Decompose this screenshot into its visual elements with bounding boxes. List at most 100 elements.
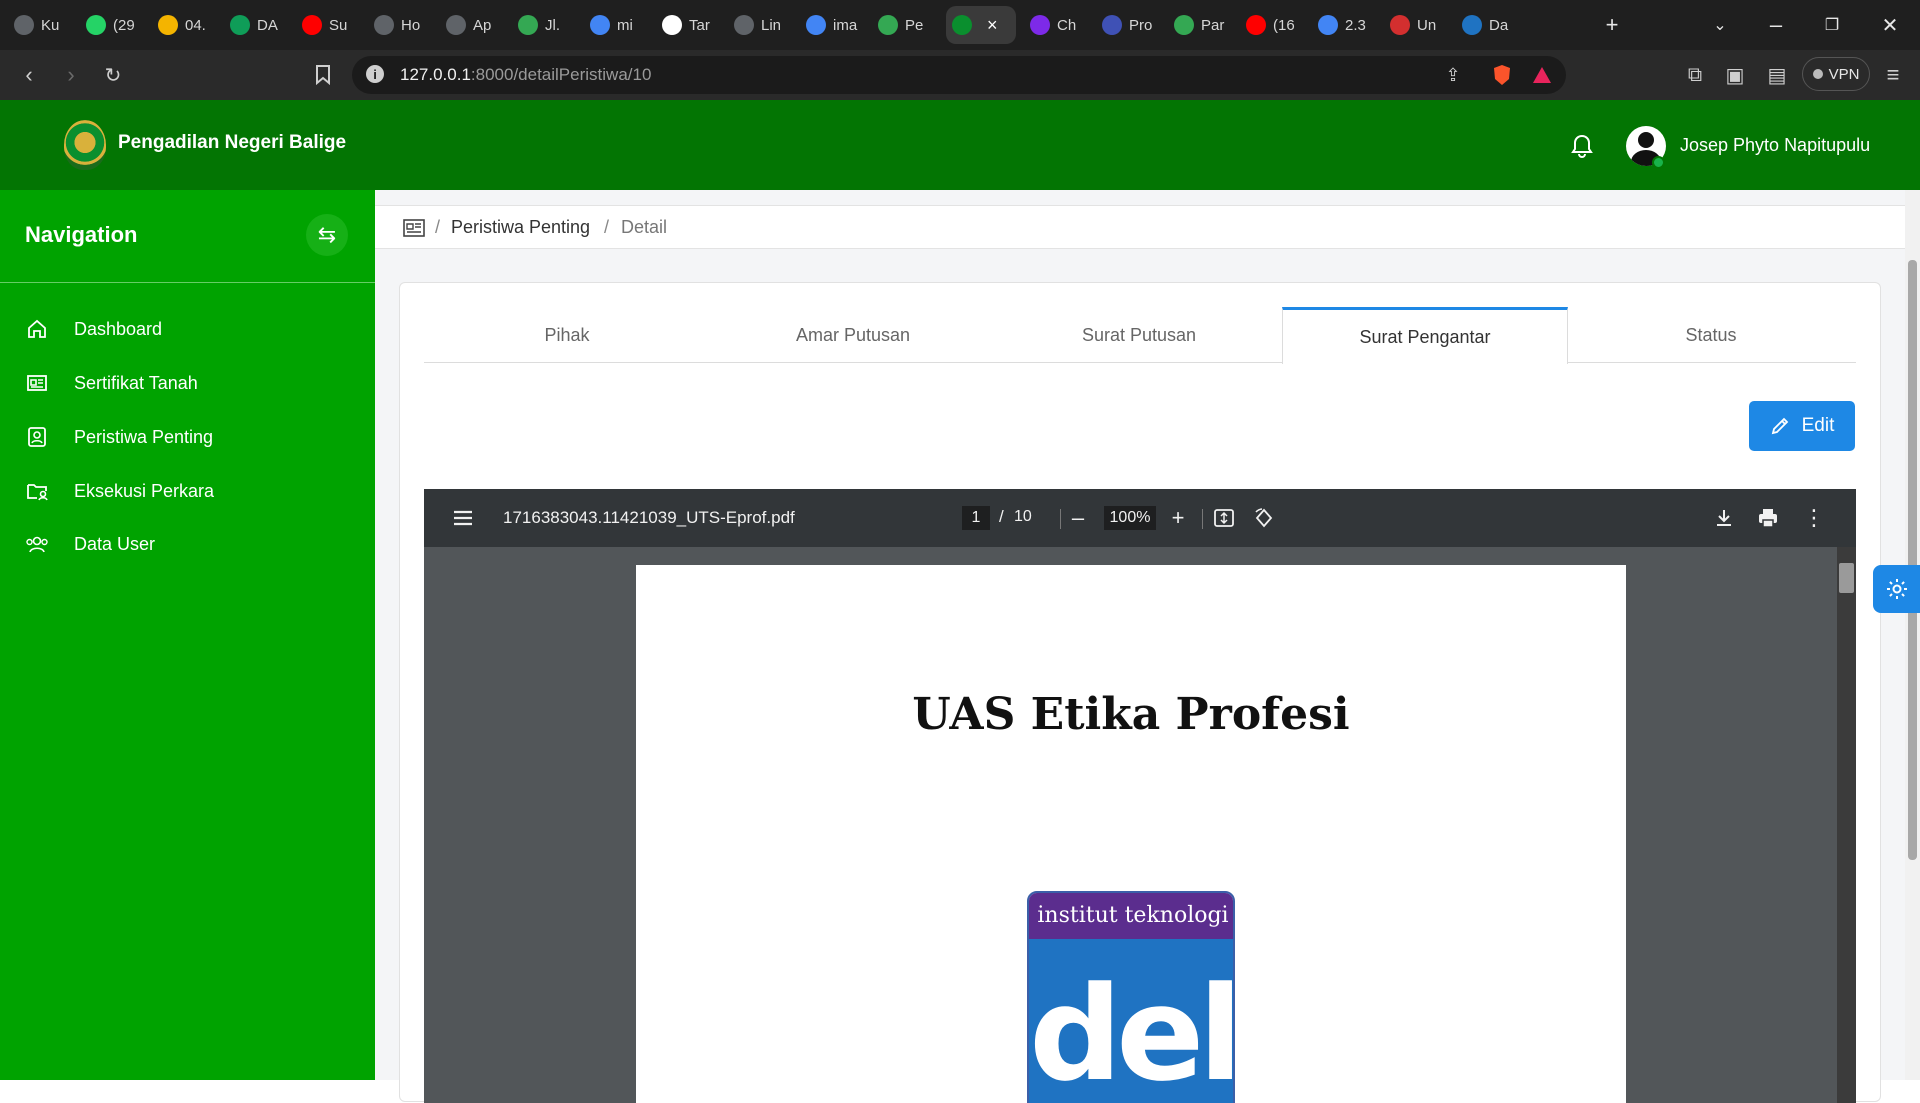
app-header: Pengadilan Negeri Balige Josep Phyto Nap…: [0, 100, 1920, 190]
zoom-out-button[interactable]: –: [1064, 504, 1092, 532]
pdf-page: UAS Etika Profesi institut teknologi del: [636, 565, 1626, 1103]
back-button[interactable]: ‹: [12, 58, 46, 92]
sidebar-item-peristiwa-penting[interactable]: Peristiwa Penting: [0, 415, 375, 459]
canva-icon: [1030, 15, 1050, 35]
sidebar-toggle-icon[interactable]: ▣: [1718, 58, 1752, 92]
browser-tab-label: Lin: [761, 16, 782, 34]
tab-surat-pengantar[interactable]: Surat Pengantar: [1282, 307, 1568, 364]
edit-button[interactable]: Edit: [1749, 401, 1855, 451]
breadcrumb-parent-link[interactable]: Peristiwa Penting: [451, 217, 590, 238]
close-window-button[interactable]: ✕: [1872, 8, 1908, 42]
browser-tab[interactable]: (29: [80, 6, 146, 44]
notification-bell-icon[interactable]: [1566, 130, 1598, 162]
home-icon: [24, 316, 50, 342]
globe-icon: [14, 15, 34, 35]
browser-tab[interactable]: Jl.: [512, 6, 578, 44]
user-name[interactable]: Josep Phyto Napitupulu: [1680, 135, 1870, 156]
vpn-button[interactable]: VPN: [1802, 57, 1870, 91]
browser-tab-label: Ap: [473, 16, 492, 34]
browser-tab[interactable]: Tar: [656, 6, 722, 44]
rotate-icon[interactable]: [1250, 504, 1278, 532]
tab-amar-putusan[interactable]: Amar Putusan: [710, 307, 996, 363]
sidebar-item-data-user[interactable]: Data User: [0, 522, 375, 566]
browser-tab[interactable]: mi: [584, 6, 650, 44]
users-icon: [24, 531, 50, 557]
share-icon[interactable]: ⇪: [1436, 58, 1470, 92]
forward-button[interactable]: ›: [54, 58, 88, 92]
browser-tab[interactable]: Da: [1456, 6, 1522, 44]
browser-tab-label: 2.3: [1345, 16, 1366, 34]
browser-tab[interactable]: Pro: [1096, 6, 1162, 44]
menu-icon[interactable]: ≡: [1876, 58, 1910, 92]
new-tab-button[interactable]: +: [1594, 8, 1630, 42]
browser-tab[interactable]: Lin: [728, 6, 794, 44]
youtube-icon: [302, 15, 322, 35]
page-scrollbar-thumb[interactable]: [1908, 260, 1917, 860]
print-icon[interactable]: [1754, 504, 1782, 532]
browser-tab[interactable]: Pe: [872, 6, 938, 44]
reload-button[interactable]: ↻: [96, 58, 130, 92]
extensions-icon[interactable]: ⧉: [1678, 58, 1712, 92]
download-icon[interactable]: [1710, 504, 1738, 532]
brave-shield-icon[interactable]: [1485, 58, 1519, 92]
pdf-scrollbar-thumb[interactable]: [1839, 563, 1854, 593]
browser-tab[interactable]: Par: [1168, 6, 1234, 44]
fit-page-icon[interactable]: [1210, 504, 1238, 532]
gear-icon: [1886, 579, 1907, 599]
close-tab-icon[interactable]: ×: [987, 15, 998, 36]
pdf-viewer[interactable]: 1716383043.11421039_UTS-Eprof.pdf 1 / 10…: [424, 489, 1856, 1103]
browser-tab[interactable]: Su: [296, 6, 362, 44]
breadcrumb-separator: /: [604, 217, 610, 237]
wallet-icon[interactable]: ▤: [1760, 58, 1794, 92]
sidebar-item-dashboard[interactable]: Dashboard: [0, 307, 375, 351]
newspaper-icon: [24, 370, 50, 396]
tab-surat-putusan[interactable]: Surat Putusan: [996, 307, 1282, 363]
browser-toolbar: ‹ › ↻ i 127.0.0.1:8000/detailPeristiwa/1…: [0, 50, 1920, 100]
pdf-page-input[interactable]: 1: [962, 506, 990, 530]
browser-tab[interactable]: 04.: [152, 6, 218, 44]
url-host: 127.0.0.1: [400, 65, 471, 84]
more-options-icon[interactable]: ⋮: [1800, 504, 1828, 532]
court-logo-icon: [952, 15, 972, 35]
progress-icon: [1102, 15, 1122, 35]
restore-button[interactable]: ❐: [1814, 8, 1850, 42]
sidebar-item-sertifikat-tanah[interactable]: Sertifikat Tanah: [0, 361, 375, 405]
sidebar-item-eksekusi-perkara[interactable]: Eksekusi Perkara: [0, 469, 375, 513]
browser-tab[interactable]: 2.3: [1312, 6, 1378, 44]
sidebar-collapse-button[interactable]: ⇆: [306, 214, 348, 256]
tab-pihak[interactable]: Pihak: [424, 307, 710, 363]
browser-tab-label: (16: [1273, 16, 1295, 34]
browser-tab[interactable]: ima: [800, 6, 866, 44]
zoom-in-button[interactable]: +: [1164, 504, 1192, 532]
browser-tab-label: Ho: [401, 16, 421, 34]
whatsapp-icon: [86, 15, 106, 35]
browser-tab[interactable]: Ho: [368, 6, 434, 44]
bookmark-icon[interactable]: [306, 58, 340, 92]
pdf-scrollbar[interactable]: [1837, 547, 1856, 1103]
brave-rewards-icon[interactable]: [1525, 58, 1559, 92]
browser-tab[interactable]: Ch: [1024, 6, 1090, 44]
settings-button[interactable]: [1873, 565, 1920, 613]
sidebar: Navigation ⇆ Dashboard Sertifikat Tanah …: [0, 190, 375, 1080]
tab-search-chevron-icon[interactable]: ⌄: [1702, 8, 1738, 42]
site-info-icon[interactable]: i: [366, 65, 384, 83]
browser-tab-label: Un: [1417, 16, 1437, 34]
page-scrollbar[interactable]: [1905, 190, 1920, 1080]
minimize-button[interactable]: –: [1758, 8, 1794, 42]
chatgpt-icon: [662, 15, 682, 35]
sidebar-item-label: Eksekusi Perkara: [74, 480, 215, 501]
browser-tab[interactable]: Ap: [440, 6, 506, 44]
browser-tab[interactable]: Ku: [8, 6, 74, 44]
google-icon: [590, 15, 610, 35]
tab-status[interactable]: Status: [1568, 307, 1854, 363]
browser-tab[interactable]: DA: [224, 6, 290, 44]
sidebar-item-label: Peristiwa Penting: [74, 426, 214, 447]
address-bar[interactable]: i 127.0.0.1:8000/detailPeristiwa/10 ⇪: [352, 56, 1566, 94]
pdf-menu-icon[interactable]: [452, 507, 474, 529]
browser-tab[interactable]: ×: [946, 6, 1016, 44]
url-path: :8000/detailPeristiwa/10: [470, 65, 652, 84]
pdf-zoom-input[interactable]: 100%: [1104, 506, 1156, 530]
browser-tab-label: Par: [1201, 16, 1225, 34]
browser-tab[interactable]: Un: [1384, 6, 1450, 44]
browser-tab[interactable]: (16: [1240, 6, 1306, 44]
